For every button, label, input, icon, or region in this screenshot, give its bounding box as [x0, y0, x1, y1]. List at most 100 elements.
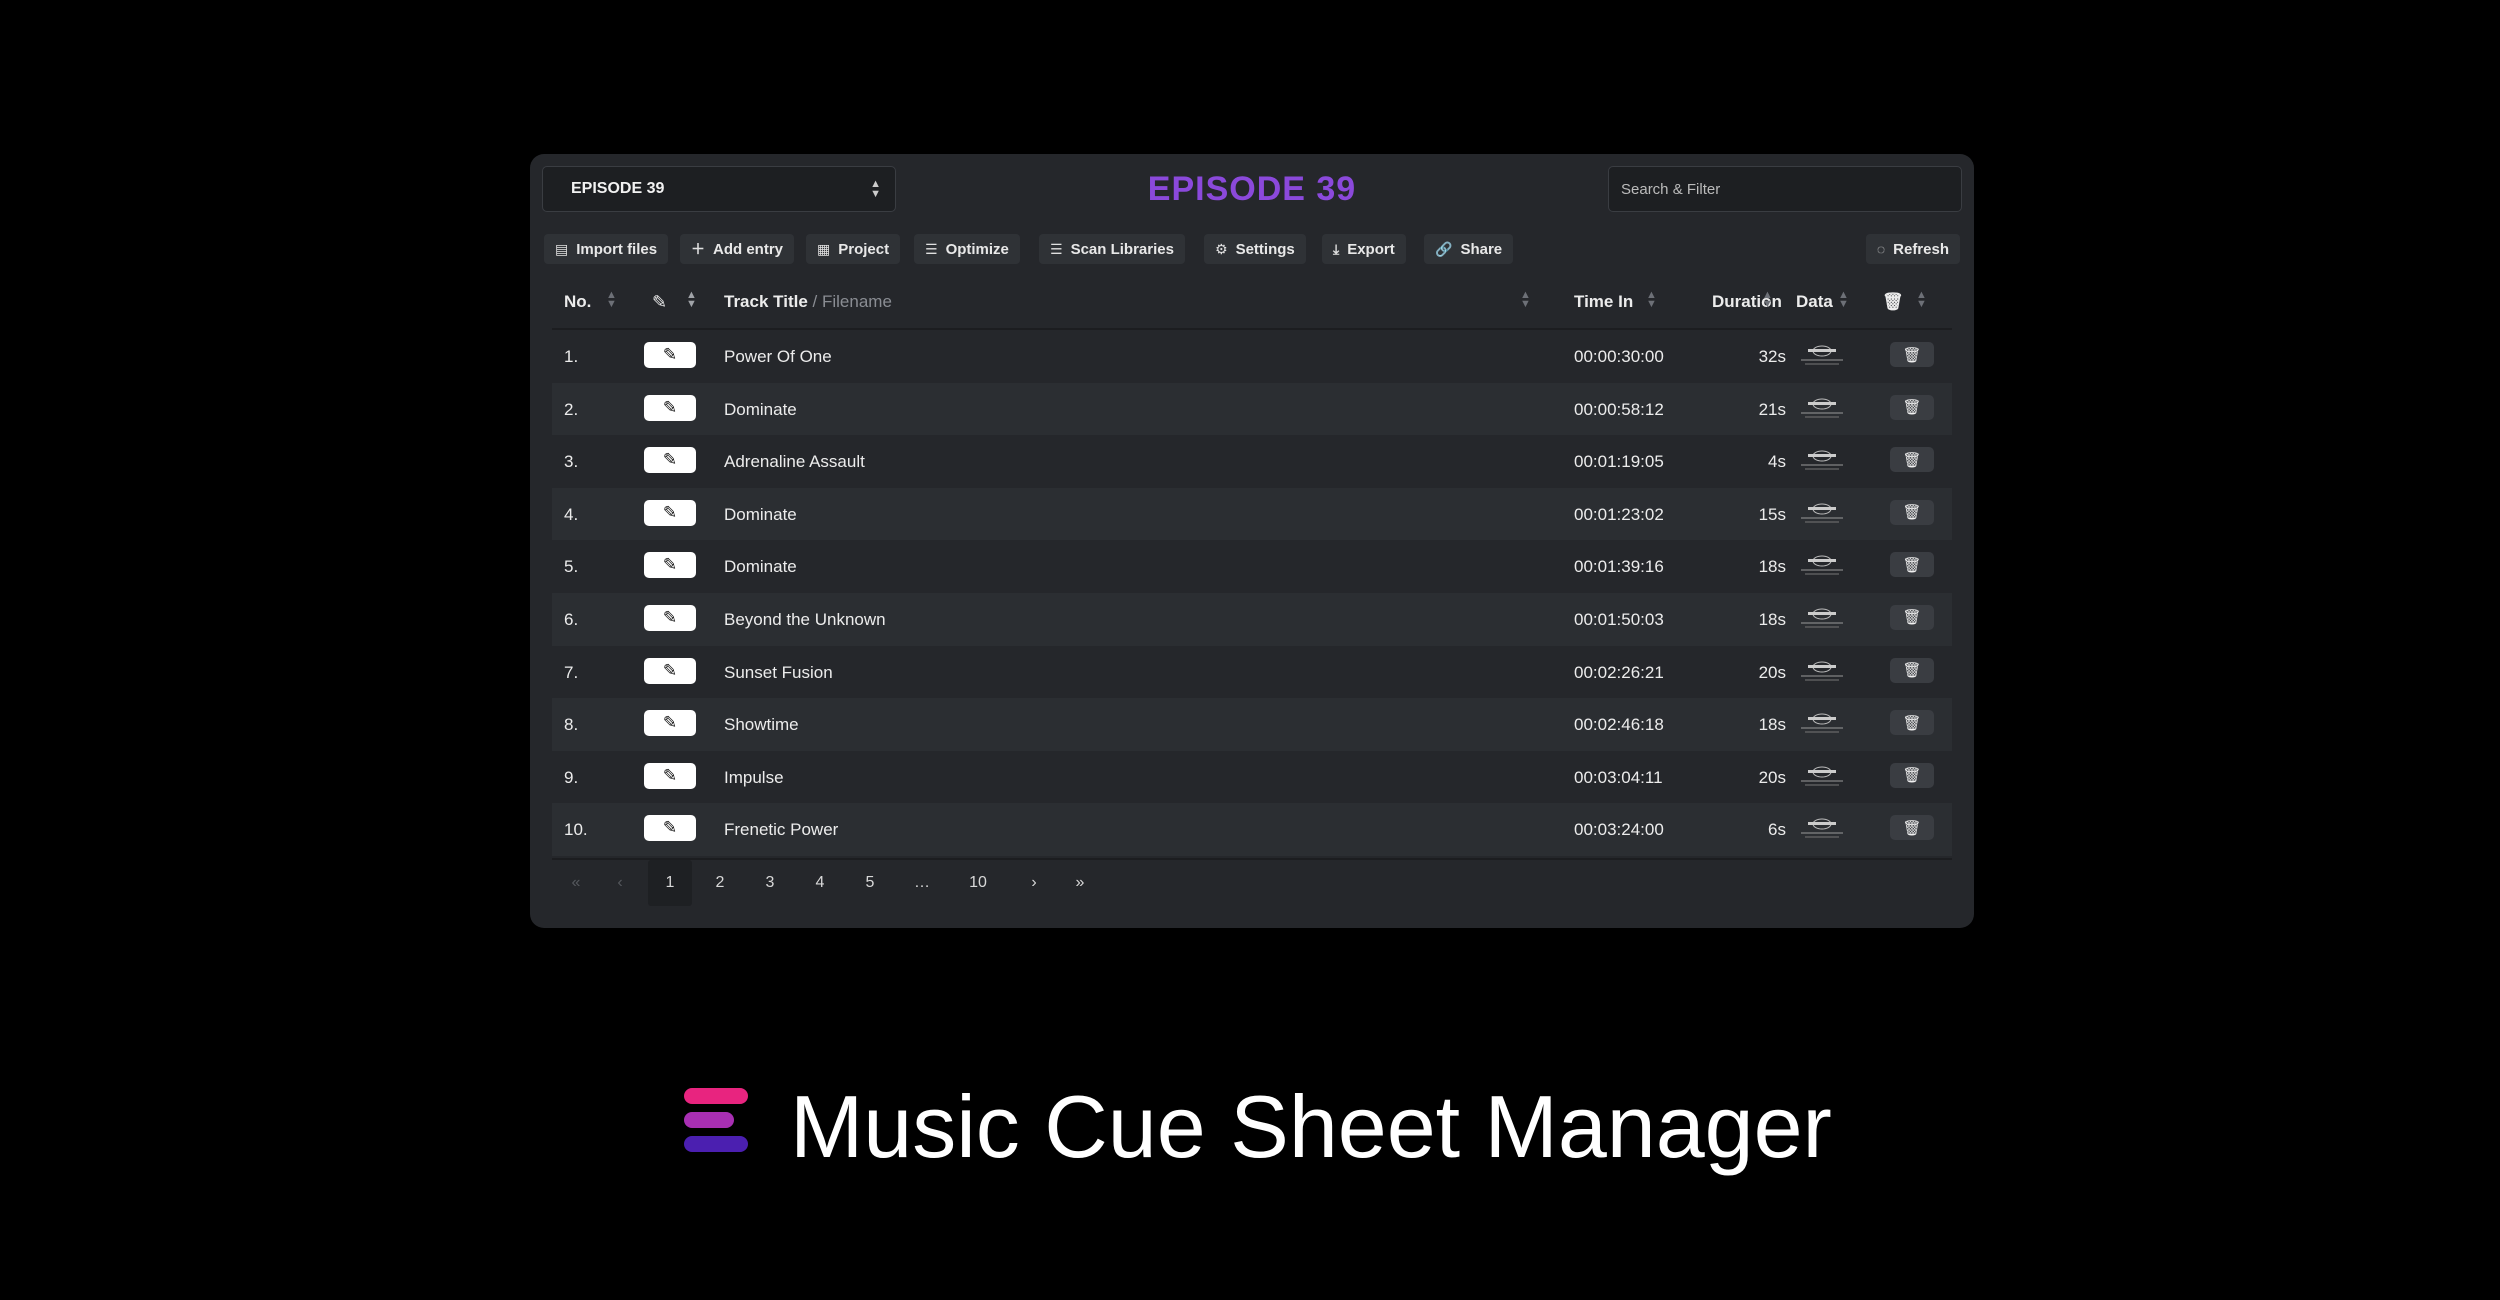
delete-button[interactable]: 🗑	[1890, 604, 1934, 630]
import-files-button[interactable]: ▤ Import files	[544, 234, 669, 264]
delete-button[interactable]: 🗑	[1890, 552, 1934, 578]
column-header-track-title[interactable]: Track Title / Filename	[724, 292, 892, 312]
duration: 6s	[1768, 820, 1786, 840]
trash-icon: 🗑	[1902, 609, 1922, 627]
duration: 20s	[1758, 767, 1786, 787]
pencil-icon: ✎	[662, 345, 678, 364]
table-row: 10. ✎ Frenetic Power 00:03:24:00 6s 🗑	[552, 803, 1952, 856]
library-logo-icon	[1801, 766, 1843, 786]
sort-icon[interactable]: ▲ ▼	[1762, 290, 1773, 310]
row-number: 4.	[564, 504, 579, 524]
delete-button[interactable]: 🗑	[1890, 710, 1934, 736]
time-in: 00:03:04:11	[1574, 767, 1663, 787]
add-entry-button[interactable]: ＋ Add entry	[680, 234, 795, 264]
duration: 32s	[1758, 347, 1786, 366]
sort-icon[interactable]: ▲ ▼	[1520, 290, 1531, 310]
delete-button[interactable]: 🗑	[1890, 762, 1934, 788]
column-header-data[interactable]: Data	[1796, 292, 1833, 312]
page-10-button[interactable]: 10	[956, 860, 1000, 906]
library-logo-icon	[1801, 661, 1843, 681]
page-5-button[interactable]: 5	[848, 860, 892, 906]
file-icon: ▤	[555, 240, 569, 257]
column-header-time-in[interactable]: Time In	[1574, 292, 1633, 312]
edit-button[interactable]: ✎	[644, 762, 696, 789]
library-logo-icon	[1801, 345, 1843, 365]
pencil-icon: ✎	[662, 765, 678, 785]
delete-button[interactable]: 🗑	[1890, 499, 1934, 525]
delete-button[interactable]: 🗑	[1890, 447, 1934, 473]
row-number: 6.	[564, 609, 579, 629]
trash-icon: 🗑	[1882, 292, 1904, 311]
table-row: 8. ✎ Showtime 00:02:46:18 18s 🗑	[552, 698, 1952, 751]
pencil-icon: ✎	[652, 292, 668, 312]
export-button[interactable]: ⤓ Export	[1322, 234, 1406, 264]
edit-button[interactable]: ✎	[644, 815, 696, 842]
page-4-button[interactable]: 4	[798, 860, 842, 906]
edit-button[interactable]: ✎	[644, 657, 696, 684]
edit-button[interactable]: ✎	[644, 710, 696, 737]
table-row: 1. ✎ Power Of One 00:00:30:00 32s 🗑	[552, 330, 1952, 383]
sort-icon[interactable]: ▲ ▼	[1646, 290, 1657, 310]
select-arrows-icon: ▲ ▼	[870, 178, 881, 200]
row-number: 7.	[564, 662, 579, 682]
row-number: 9.	[564, 767, 579, 787]
spinner-icon: ◌	[1876, 241, 1886, 257]
edit-button[interactable]: ✎	[644, 552, 696, 579]
page-3-button[interactable]: 3	[748, 860, 792, 906]
scan-libraries-button[interactable]: ☰ Scan Libraries	[1039, 234, 1185, 264]
delete-button[interactable]: 🗑	[1890, 342, 1934, 367]
settings-button[interactable]: ⚙ Settings	[1204, 234, 1306, 264]
link-icon: 🔗	[1435, 240, 1453, 257]
edit-button[interactable]: ✎	[644, 499, 696, 526]
table-header: No. ▲ ▼ ✎ ▲ ▼ Track Title / Filename ▲ ▼ Ti…	[552, 278, 1952, 330]
project-button[interactable]: ▦ Project	[806, 234, 901, 264]
edit-button[interactable]: ✎	[644, 342, 696, 368]
list-icon: ☰	[1050, 240, 1063, 257]
track-title: Dominate	[724, 399, 797, 419]
next-page-button[interactable]: ›	[1012, 860, 1056, 906]
time-in: 00:02:46:18	[1574, 715, 1664, 735]
page-2-button[interactable]: 2	[698, 860, 742, 906]
optimize-button[interactable]: ☰ Optimize	[914, 234, 1020, 264]
row-number: 1.	[564, 347, 579, 366]
library-logo-icon	[1801, 608, 1843, 628]
first-page-button[interactable]: «	[554, 860, 598, 906]
trash-icon: 🗑	[1902, 504, 1922, 522]
delete-button[interactable]: 🗑	[1890, 815, 1934, 841]
project-select[interactable]: EPISODE 39 ▲ ▼	[542, 166, 896, 212]
duration: 21s	[1758, 399, 1786, 419]
delete-button[interactable]: 🗑	[1890, 657, 1934, 683]
table-row: 4. ✎ Dominate 00:01:23:02 15s 🗑	[552, 487, 1952, 541]
app-logo-icon	[684, 1088, 748, 1156]
track-title: Frenetic Power	[724, 820, 839, 840]
last-page-button[interactable]: »	[1058, 860, 1102, 906]
duration: 4s	[1768, 452, 1786, 472]
sort-icon[interactable]: ▲ ▼	[686, 290, 697, 310]
library-logo-icon	[1801, 818, 1843, 838]
library-logo-icon	[1801, 713, 1843, 733]
table-row: 5. ✎ Dominate 00:01:39:16 18s 🗑	[552, 540, 1952, 593]
time-in: 00:03:24:00	[1574, 820, 1664, 840]
column-header-no[interactable]: No.	[564, 292, 591, 312]
share-button[interactable]: 🔗 Share	[1424, 234, 1514, 264]
time-in: 00:01:39:16	[1574, 557, 1664, 577]
refresh-button[interactable]: ◌ Refresh	[1865, 234, 1960, 264]
sort-icon[interactable]: ▲ ▼	[1838, 290, 1849, 310]
edit-button[interactable]: ✎	[644, 447, 696, 474]
time-in: 00:01:19:05	[1574, 452, 1664, 472]
trash-icon: 🗑	[1902, 556, 1922, 574]
sort-icon[interactable]: ▲ ▼	[1916, 290, 1927, 310]
delete-button[interactable]: 🗑	[1890, 394, 1934, 420]
table-row: 6. ✎ Beyond the Unknown 00:01:50:03 18s …	[552, 592, 1952, 646]
edit-button[interactable]: ✎	[644, 394, 696, 421]
time-in: 00:00:58:12	[1574, 399, 1664, 419]
time-in: 00:00:30:00	[1574, 347, 1664, 366]
search-input[interactable]	[1608, 166, 1962, 212]
pencil-icon: ✎	[662, 607, 678, 627]
sort-icon[interactable]: ▲ ▼	[606, 290, 617, 310]
track-title: Dominate	[724, 504, 797, 524]
gear-icon: ⚙	[1215, 240, 1228, 257]
prev-page-button[interactable]: ‹	[598, 860, 642, 906]
page-1-button[interactable]: 1	[648, 859, 692, 906]
edit-button[interactable]: ✎	[644, 604, 696, 631]
